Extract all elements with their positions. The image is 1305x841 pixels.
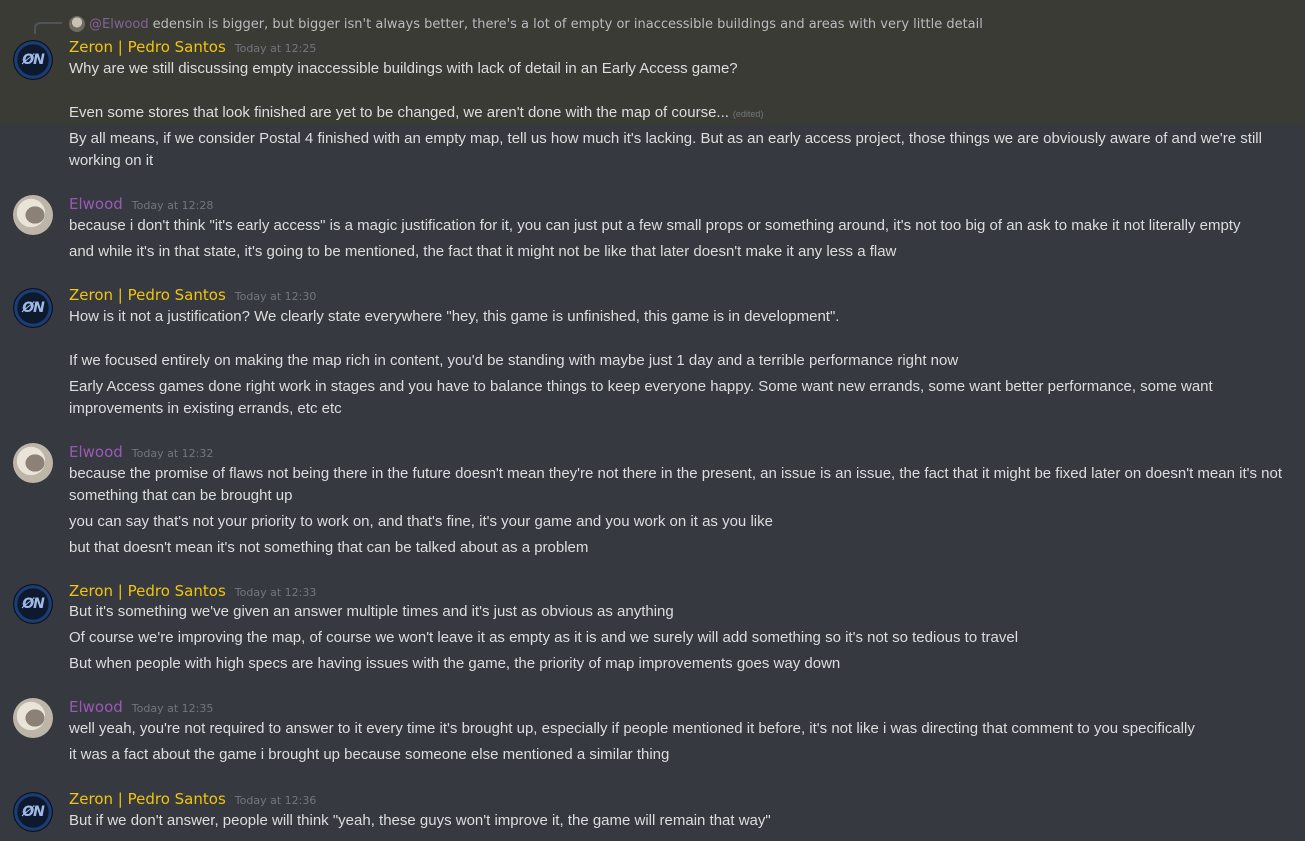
reply-text: edensin is bigger, but bigger isn't alwa… xyxy=(152,16,983,32)
username[interactable]: Elwood xyxy=(69,195,123,213)
avatar-logo: ØN xyxy=(22,52,45,68)
timestamp: Today at 12:28 xyxy=(131,199,214,212)
message-line: How is it not a justification? We clearl… xyxy=(69,308,840,325)
username[interactable]: Zeron | Pedro Santos xyxy=(69,790,226,808)
message-line: but that doesn't mean it's not something… xyxy=(69,539,589,556)
message-line: Of course we're improving the map, of co… xyxy=(69,629,1019,646)
timestamp: Today at 12:25 xyxy=(234,42,317,55)
avatar[interactable]: ØN xyxy=(13,792,53,832)
message-line: Even some stores that look finished are … xyxy=(69,104,764,121)
message-line: But when people with high specs are havi… xyxy=(69,655,841,672)
avatar[interactable]: ØN xyxy=(13,584,53,624)
timestamp: Today at 12:36 xyxy=(234,794,317,807)
username[interactable]: Zeron | Pedro Santos xyxy=(69,582,226,600)
reply-mention[interactable]: @Elwood xyxy=(89,17,149,32)
avatar-logo: ØN xyxy=(22,300,45,316)
username[interactable]: Elwood xyxy=(69,443,123,461)
timestamp: Today at 12:33 xyxy=(234,586,317,599)
username[interactable]: Zeron | Pedro Santos xyxy=(69,286,226,304)
username[interactable]: Elwood xyxy=(69,698,123,716)
reply-connector xyxy=(34,22,62,34)
message-line: because the promise of flaws not being t… xyxy=(69,465,1283,504)
message-line: well yeah, you're not required to answer… xyxy=(69,720,1195,737)
reply-avatar xyxy=(69,16,85,32)
timestamp: Today at 12:35 xyxy=(131,702,214,715)
avatar[interactable] xyxy=(13,698,53,738)
avatar[interactable]: ØN xyxy=(13,288,53,328)
avatar-logo: ØN xyxy=(22,804,45,820)
message-line: But it's something we've given an answer… xyxy=(69,603,674,620)
message-line: But if we don't answer, people will thin… xyxy=(69,812,771,829)
timestamp: Today at 12:30 xyxy=(234,290,317,303)
reply-reference[interactable]: @Elwood edensin is bigger, but bigger is… xyxy=(69,15,983,33)
avatar[interactable]: ØN xyxy=(13,40,53,80)
message-line: By all means, if we consider Postal 4 fi… xyxy=(69,130,1262,169)
avatar[interactable] xyxy=(13,195,53,235)
message-line: because i don't think "it's early access… xyxy=(69,217,1241,234)
chat-messages: @Elwood edensin is bigger, but bigger is… xyxy=(0,0,1305,841)
message-line: you can say that's not your priority to … xyxy=(69,513,773,530)
avatar-logo: ØN xyxy=(22,596,45,612)
edited-label: (edited) xyxy=(732,109,764,119)
message-line: and while it's in that state, it's going… xyxy=(69,243,897,260)
message-line: Early Access games done right work in st… xyxy=(69,378,1213,417)
message-line: If we focused entirely on making the map… xyxy=(69,352,959,369)
avatar[interactable] xyxy=(13,443,53,483)
timestamp: Today at 12:32 xyxy=(131,447,214,460)
message-line: it was a fact about the game i brought u… xyxy=(69,746,670,763)
username[interactable]: Zeron | Pedro Santos xyxy=(69,38,226,56)
message-line: Why are we still discussing empty inacce… xyxy=(69,60,738,77)
